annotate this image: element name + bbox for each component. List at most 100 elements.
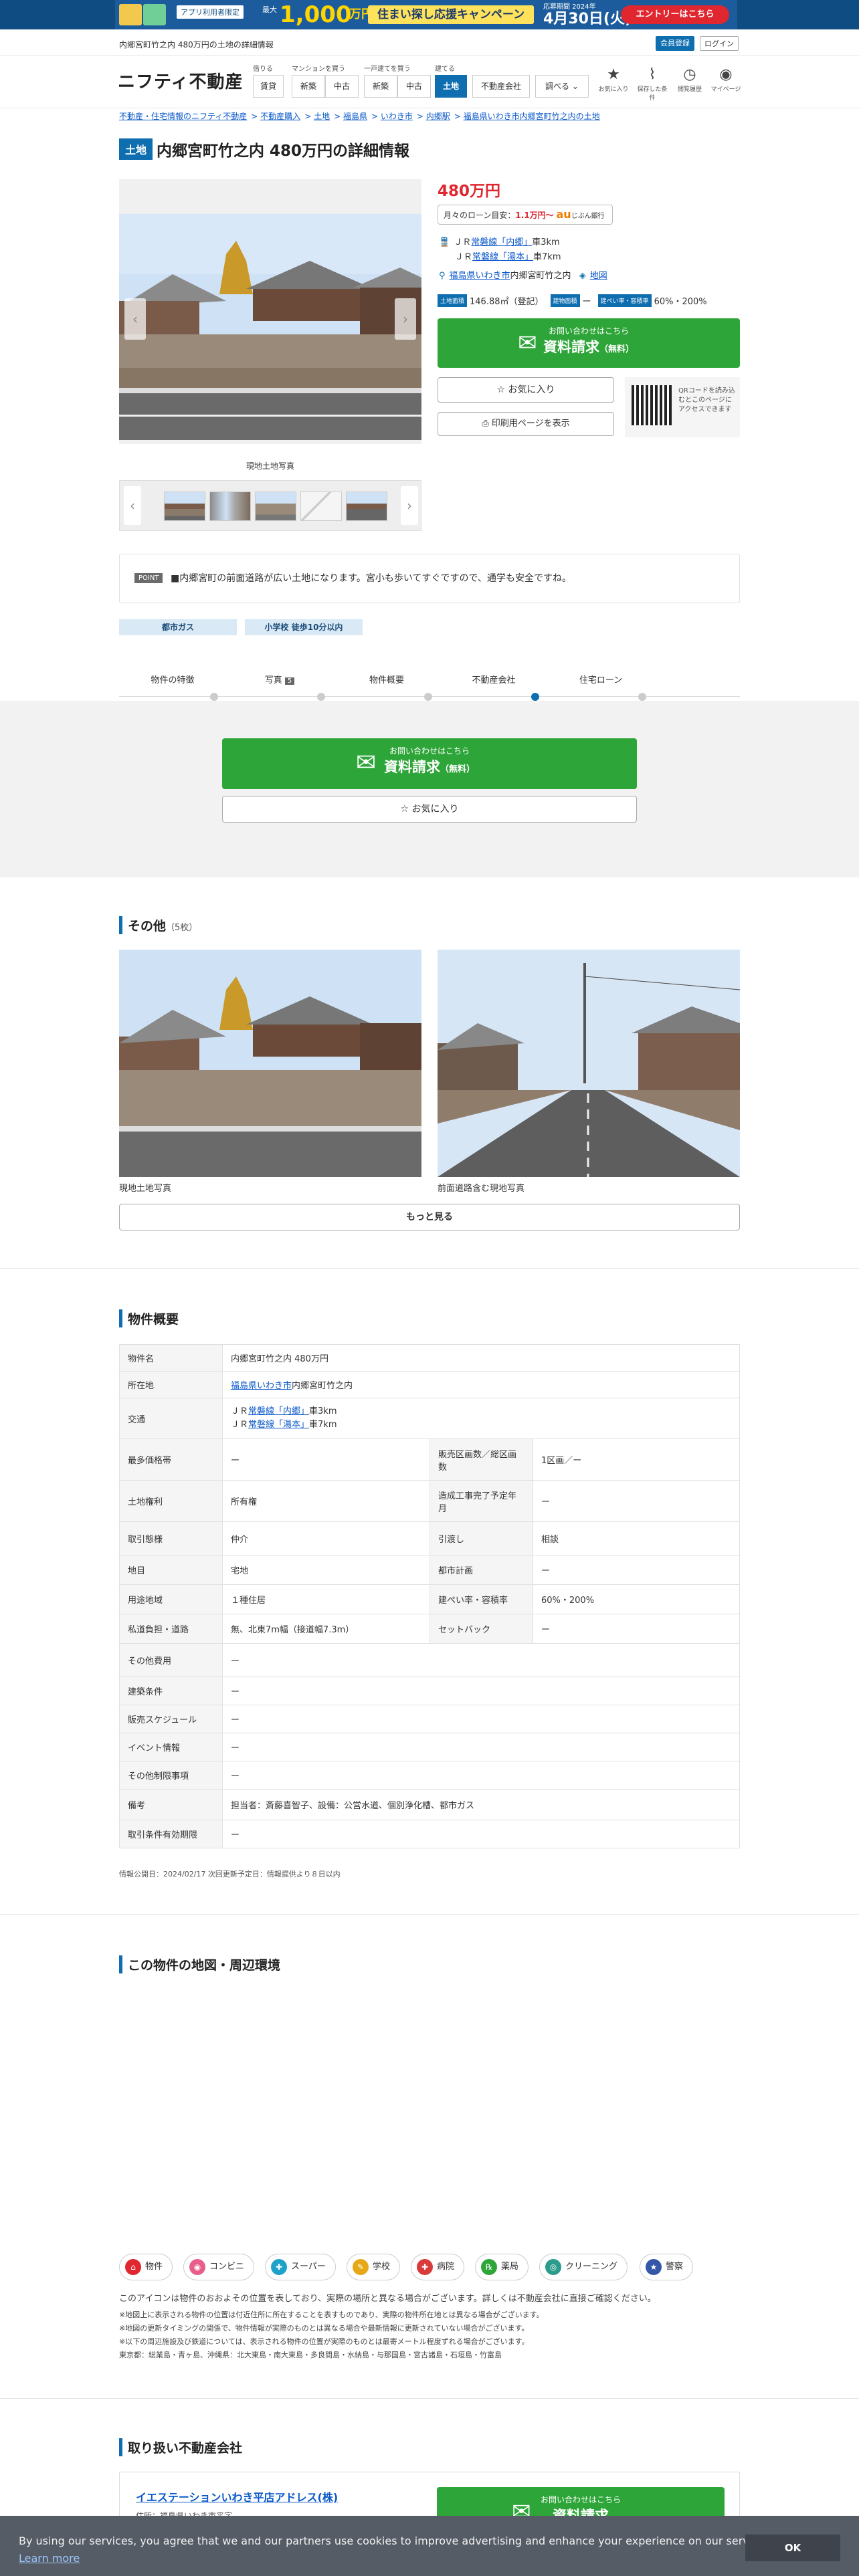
access-row: ＪＲ常磐線「湯本」車7km [231,1418,731,1432]
cookie-consent-bar: By using our services, you agree that we… [0,2516,859,2576]
row-value: 60%・200% [533,1584,740,1614]
breadcrumb-item[interactable]: 福島県 [343,112,367,121]
breadcrumb-item[interactable]: いわき市 [381,112,413,121]
cookie-ok-button[interactable]: OK [745,2535,840,2561]
thumbnail[interactable] [164,492,205,521]
row-value: ー [222,1705,740,1733]
other-photos-heading: その他（5枚） [119,916,197,934]
request-docs-button-band[interactable]: ✉ お問い合わせはこちら 資料請求（無料） [222,738,637,789]
tab-summary[interactable]: 物件概要 [333,673,440,685]
cta-large-text: 資料請求 [383,759,440,775]
thumbs-next-button[interactable]: › [401,486,418,525]
row-label: 土地権利 [119,1480,223,1522]
app-icon-secondary [143,4,166,25]
row-label: 所在地 [119,1371,223,1398]
nav-house-used[interactable]: 中古 [397,75,431,98]
cookie-learn-more-link[interactable]: Learn more [19,2552,80,2565]
map-area[interactable] [119,1986,740,2240]
saved-conditions-link[interactable]: ⌇ 保存した条件 [636,66,669,102]
map-filter-supermarket[interactable]: ✚ スーパー [265,2254,336,2280]
cta-large: 資料請求（無料） [543,339,634,355]
map-filter-pharmacy[interactable]: ℞ 薬局 [475,2254,529,2280]
thumbnail[interactable] [346,492,387,521]
row-label: イベント情報 [119,1733,223,1761]
table-row: 取引条件有効期限ー [119,1820,740,1848]
breadcrumb-item[interactable]: 不動産・住宅情報のニフティ不動産 [119,112,247,121]
map-filter-convenience[interactable]: ◉ コンビニ [183,2254,255,2280]
favorite-button-band[interactable]: ☆ お気に入り [222,796,637,823]
breadcrumb-item[interactable]: 内郷駅 [426,112,450,121]
row-label: 最多価格帯 [119,1438,223,1481]
request-docs-button[interactable]: ✉ お問い合わせはこちら 資料請求（無料） [438,318,740,368]
site-logo[interactable]: ニフティ不動産 [118,68,243,93]
next-photo-button[interactable]: › [395,298,416,340]
address-rest: 内郷宮町竹之内 [292,1381,353,1391]
point-box: POINT ■内郷宮町の前面道路が広い土地になります。宮小も歩いてすぐですので、… [119,554,740,603]
prev-photo-button[interactable]: ‹ [124,298,146,340]
thumbnail[interactable] [255,492,296,521]
map-filter-hospital[interactable]: ✚ 病院 [411,2254,465,2280]
tab-features[interactable]: 物件の特徴 [119,673,226,685]
map-filter-cleaning[interactable]: ◎ クリーニング [539,2254,628,2280]
map-icon: ◈ [579,271,586,281]
map-note: ※以下の周辺施設及び鉄道については、表示される物件の位置が実際のものとは最寄メー… [119,2337,529,2346]
banner-entry-button[interactable]: エントリーはこちら [621,5,729,24]
thumbnail[interactable] [209,492,251,521]
section-divider [0,1268,859,1269]
gallery-photo[interactable] [438,950,740,1177]
register-button[interactable]: 会員登録 [656,36,694,51]
favorite-button[interactable]: ☆ お気に入り [438,377,614,403]
table-row: 所在地 福島県いわき市内郷宮町竹之内 [119,1371,740,1398]
line-link[interactable]: 常磐線「湯本」 [248,1420,309,1430]
map-filter-police[interactable]: ★ 警察 [640,2254,694,2280]
print-button[interactable]: ⎙ 印刷用ページを表示 [438,412,614,436]
table-row: 建築条件ー [119,1677,740,1705]
login-button[interactable]: ログイン [700,36,739,51]
address-link[interactable]: 福島県いわき市 [450,271,510,281]
loan-estimate[interactable]: 月々のローン目安：1.1万円〜 auじぶん銀行 [438,205,613,225]
mypage-link[interactable]: ◉ マイページ [709,66,743,93]
address-link[interactable]: 福島県いわき市 [231,1381,292,1391]
feature-badge: 都市ガス [119,619,237,635]
line-link[interactable]: 常磐線「内郷」 [248,1406,309,1416]
tab-agency[interactable]: 不動産会社 [440,673,547,685]
app-icon [119,4,142,25]
nav-mansion-used[interactable]: 中古 [325,75,359,98]
nav-agency[interactable]: 不動産会社 [472,75,530,98]
agency-name-link[interactable]: イエステーションいわき平店アドレス(株) [136,2488,338,2504]
banner-campaign: 住まい探し応援キャンペーン [368,5,534,24]
campaign-banner[interactable]: アプリ利用者限定 最大 1,000 万円 住まい探し応援キャンペーン 応募期間 … [0,0,859,29]
thumbs-prev-button[interactable]: ‹ [124,486,141,525]
favorites-link[interactable]: ★ お気に入り [597,66,630,93]
more-photos-button[interactable]: もっと見る [119,1204,740,1230]
row-label: 用途地域 [119,1584,223,1614]
line-link[interactable]: 常磐線「内郷」 [471,237,532,247]
nav-mansion-new[interactable]: 新築 [292,75,325,98]
nav-house-new[interactable]: 新築 [364,75,397,98]
nav-research[interactable]: 調べる ⌄ [535,75,589,98]
access-prefix: ＪＲ [231,1406,249,1416]
map-link[interactable]: 地図 [590,271,607,281]
tab-photos[interactable]: 写真 5 [226,673,333,685]
row-label: 造成工事完了予定年月 [430,1480,533,1522]
thumbnail[interactable] [300,492,342,521]
map-filter-property[interactable]: ⌂ 物件 [119,2254,173,2280]
breadcrumb-item[interactable]: 土地 [314,112,330,121]
row-value: 無、北東7m幅（接道幅7.3m） [222,1614,430,1644]
tab-photos-label: 写真 [264,675,282,685]
history-link[interactable]: ◷ 閲覧履歴 [673,66,706,93]
gallery-photo[interactable] [119,950,421,1177]
breadcrumb-item[interactable]: 福島県いわき市内郷宮町竹之内の土地 [464,112,600,121]
tab-indicator [638,693,646,701]
price: 480万円 [438,183,501,200]
map-filter-school[interactable]: ✎ 学校 [347,2254,401,2280]
nav-rent[interactable]: 賃貸 [253,75,284,98]
breadcrumb-item[interactable]: 不動産購入 [260,112,300,121]
map-heading: この物件の地図・周辺環境 [119,1955,280,1973]
filter-label: 学校 [373,2262,391,2272]
tab-loan[interactable]: 住宅ローン [547,673,654,685]
campaign-banner-inner[interactable]: アプリ利用者限定 最大 1,000 万円 住まい探し応援キャンペーン 応募期間 … [115,0,737,29]
row-value: ＪＲ常磐線「内郷」車3km ＪＲ常磐線「湯本」車7km [222,1398,740,1439]
nav-land[interactable]: 土地 [435,75,467,98]
line-link[interactable]: 常磐線「湯本」 [472,252,533,262]
